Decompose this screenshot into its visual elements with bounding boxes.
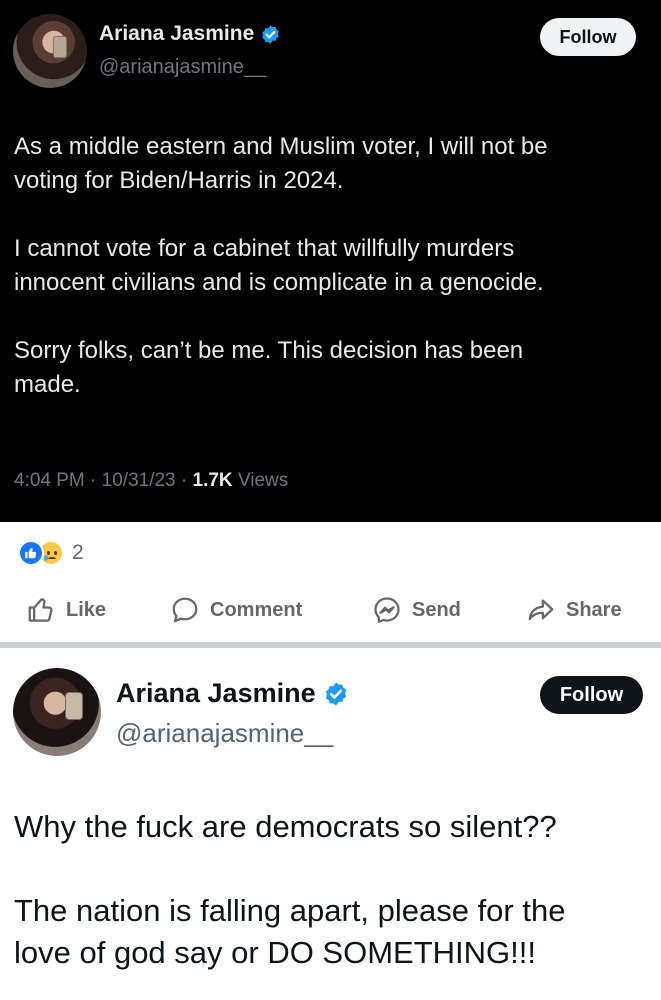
views-label: Views [237,470,289,491]
display-name[interactable]: Ariana Jasmine [116,678,316,709]
avatar[interactable] [13,668,101,756]
tweet-paragraph: Why the fuck are democrats so silent?? [14,809,557,844]
tweet-time[interactable]: 4:04 PM [14,470,85,491]
tweet-text: As a middle eastern and Muslim voter, I … [14,130,644,436]
follow-button[interactable]: Follow [540,676,643,714]
tweet-paragraph: Sorry folks, can’t be me. This decision … [14,337,524,398]
display-name[interactable]: Ariana Jasmine [99,22,254,46]
share-button[interactable]: Share [526,588,622,632]
follow-button[interactable]: Follow [540,18,636,56]
meta-separator: · [180,470,188,491]
tweet-date[interactable]: 10/31/23 [102,470,176,491]
send-label: Send [412,598,461,621]
speech-bubble-icon [172,597,198,623]
comment-button[interactable]: Comment [170,588,302,632]
tweet-meta: 4:04 PM · 10/31/23 · 1.7K Views [14,470,288,492]
like-reaction-icon [18,540,44,566]
reaction-summary[interactable]: 2 [18,540,84,566]
like-label: Like [66,598,107,621]
phone-in-photo [53,36,67,58]
messenger-icon [374,597,400,623]
phone-in-photo [65,692,83,720]
tweet-paragraph: The nation is falling apart, please for … [14,893,566,970]
reaction-count: 2 [72,541,84,564]
light-tweet-card: Ariana Jasmine @arianajasmine__ Follow W… [0,648,661,1000]
facebook-action-bar: 2 Like Comment Send Share [0,522,661,648]
share-label: Share [566,598,622,621]
tweet-text: Why the fuck are democrats so silent?? T… [14,806,654,1000]
avatar[interactable] [13,14,87,88]
display-name-row: Ariana Jasmine [116,678,349,709]
send-button[interactable]: Send [372,588,461,632]
action-row: Like Comment Send Share [0,588,661,632]
dark-tweet-card: Ariana Jasmine @arianajasmine__ Follow A… [0,0,661,522]
handle[interactable]: @arianajasmine__ [99,56,266,79]
display-name-row: Ariana Jasmine [99,22,281,46]
comment-label: Comment [210,598,303,621]
verified-badge-icon [325,682,346,705]
views-count: 1.7K [192,470,233,491]
tweet-paragraph: I cannot vote for a cabinet that willful… [14,235,544,296]
thumbs-up-icon [28,598,53,622]
like-button[interactable]: Like [26,588,106,632]
tweet-paragraph: As a middle eastern and Muslim voter, I … [14,133,548,194]
share-arrow-icon [528,599,554,621]
verified-badge-icon [262,24,279,44]
meta-separator: · [90,470,97,491]
handle[interactable]: @arianajasmine__ [116,718,333,749]
